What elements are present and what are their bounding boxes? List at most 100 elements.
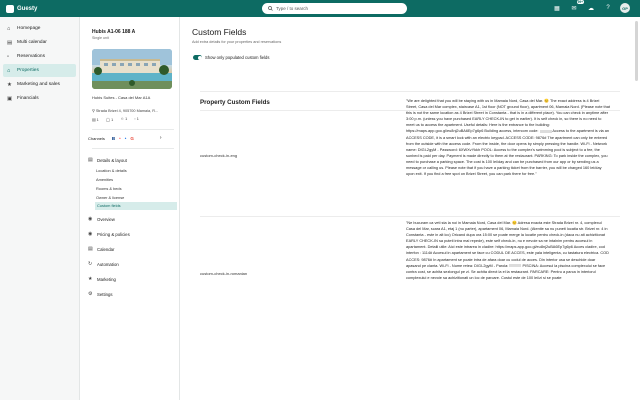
subitem-amenities[interactable]: Amenities [96, 177, 113, 182]
bedroom-count-value: 1 [96, 118, 99, 122]
chevron-right-icon[interactable]: › [160, 135, 162, 141]
redacted-value [539, 129, 552, 133]
global-search-input[interactable]: Type / to search [262, 3, 407, 14]
reservations-icon: ▫ [7, 53, 9, 60]
brand-logo[interactable]: Guesty [6, 4, 38, 13]
section-pricing-policies[interactable]: ◉ Pricing & policies [88, 231, 130, 237]
sidebar-item-multi-calendar[interactable]: ▤ Multi calendar [3, 36, 76, 49]
section-settings[interactable]: ⚙ Settings [88, 291, 113, 297]
brand-mark-icon [6, 4, 14, 13]
property-panel: Hubis A1-06 188 A Single unit Hubis Suit… [80, 17, 180, 400]
divider [92, 129, 174, 130]
megaphone-icon[interactable]: ☁ [586, 3, 596, 13]
sidebar-item-label: Homepage [17, 26, 41, 31]
main-content: Custom Fields Add extra details for your… [180, 17, 640, 400]
bathroom-count: ◯ 1 [106, 117, 113, 122]
toggle-label: Show only populated custom fields [205, 55, 270, 60]
sidebar-item-financials[interactable]: ▣ Financials [3, 92, 76, 105]
subitem-rooms-beds[interactable]: Rooms & beds [96, 186, 122, 191]
sidebar-item-label: Financials [17, 96, 39, 101]
section-overview[interactable]: ◉ Overview [88, 216, 115, 222]
divider [92, 148, 174, 149]
search-placeholder: Type / to search [276, 6, 309, 11]
property-photo-image [92, 49, 172, 89]
section-label: Marketing [97, 276, 116, 282]
sidebar-item-label: Marketing and sales [17, 82, 60, 87]
property-stats: ▤ 1 ◯ 1 ☺ 1 ▫ 1 [92, 117, 139, 122]
section-label: Calendar [97, 246, 115, 252]
bedroom-count: ▤ 1 [92, 117, 99, 122]
scrollbar[interactable] [635, 21, 638, 81]
subitem-owner-license[interactable]: Owner & license [96, 195, 124, 200]
sidebar-item-label: Properties [17, 68, 39, 73]
page-title: Custom Fields [192, 27, 247, 37]
populated-fields-toggle[interactable] [193, 55, 202, 60]
property-title: Hubis A1-06 188 A [92, 29, 136, 35]
vrbo-channel-icon: • [124, 135, 127, 141]
sidebar-item-reservations[interactable]: ▫ Reservations [3, 50, 76, 63]
section-label: Automation [97, 261, 119, 267]
channels-row[interactable]: Channels B • • G › [88, 135, 162, 141]
calendar-icon: ▤ [88, 246, 93, 252]
section-title: Property Custom Fields [200, 99, 270, 106]
section-label: Settings [97, 291, 113, 297]
avatar[interactable]: GP [620, 3, 630, 13]
main-sidebar: ⌂ Homepage ▤ Multi calendar ▫ Reservations … [0, 17, 80, 400]
custom-field-value-text: Access to the apartment is via an ACCESS… [406, 129, 610, 177]
calendar-icon: ▤ [7, 39, 13, 46]
top-bar: Guesty Type / to search ▦ ✉ 99+ ☁ ? GP [0, 0, 640, 17]
marketing-icon: ★ [88, 276, 93, 282]
channels-label: Channels [88, 135, 105, 141]
property-name: Hubis Suites - Casa del Mar A1A [92, 95, 151, 100]
google-channel-icon: G [130, 135, 134, 141]
home-icon: ⌂ [7, 25, 11, 32]
airbnb-channel-icon: • [119, 135, 121, 141]
subitem-custom-fields[interactable]: Custom fields [95, 202, 177, 210]
unit-count-value: 1 [136, 117, 139, 121]
divider [200, 216, 620, 217]
brand-name: Guesty [17, 5, 38, 12]
custom-field-name: custom-check-in-eng [200, 153, 238, 158]
custom-field-name: custom-check-in-romanian [200, 271, 248, 276]
financials-icon: ▣ [7, 95, 13, 102]
booking-channel-icon: B [111, 135, 116, 141]
divider [200, 91, 620, 92]
bathroom-count-value: 1 [111, 118, 114, 122]
gear-icon: ⚙ [88, 291, 93, 297]
search-icon [268, 6, 273, 11]
overview-icon: ◉ [88, 216, 93, 222]
page-subtitle: Add extra details for your properties an… [192, 40, 282, 44]
section-details-layout[interactable]: ▤ Details & layout [88, 157, 127, 163]
sidebar-item-properties[interactable]: ⌂ Properties [3, 64, 76, 77]
unit-count: ▫ 1 [134, 117, 139, 122]
notification-badge: 99+ [576, 0, 584, 4]
sidebar-item-marketing-sales[interactable]: ★ Marketing and sales [3, 78, 76, 91]
notifications-icon[interactable]: ✉ 99+ [569, 0, 584, 13]
section-label: Details & layout [97, 157, 127, 163]
property-address: ⚲ Strada Brizei 4, 905700 Mamaia, R... [92, 108, 172, 113]
custom-field-value[interactable]: "We are delighted that you will be stayi… [406, 98, 610, 177]
details-icon: ▤ [88, 157, 93, 163]
section-calendar[interactable]: ▤ Calendar [88, 246, 114, 252]
grid-icon[interactable]: ▦ [552, 3, 562, 13]
section-marketing[interactable]: ★ Marketing [88, 276, 116, 282]
guest-count-value: 1 [125, 117, 128, 121]
subitem-location-details[interactable]: Location & details [96, 168, 127, 173]
guest-count: ☺ 1 [120, 117, 127, 122]
section-label: Pricing & policies [97, 231, 130, 237]
help-icon[interactable]: ? [603, 3, 613, 13]
sidebar-item-homepage[interactable]: ⌂ Homepage [3, 22, 76, 35]
properties-icon: ⌂ [7, 67, 11, 74]
property-type: Single unit [92, 36, 109, 40]
custom-field-value[interactable]: "Ne bucuram ca veti sta la noi in Mamaia… [406, 220, 610, 281]
property-address-text: Strada Brizei 4, 905700 Mamaia, R... [95, 109, 159, 113]
section-automation[interactable]: ↻ Automation [88, 261, 119, 267]
sidebar-item-label: Multi calendar [17, 40, 47, 45]
automation-icon: ↻ [88, 261, 93, 267]
marketing-icon: ★ [7, 81, 12, 88]
property-photo[interactable] [92, 49, 172, 89]
redacted-value [509, 264, 522, 268]
section-label: Overview [97, 216, 115, 222]
sidebar-item-label: Reservations [17, 54, 45, 59]
custom-field-value-text: "Ne bucuram ca veti sta la noi in Mamaia… [406, 221, 609, 268]
